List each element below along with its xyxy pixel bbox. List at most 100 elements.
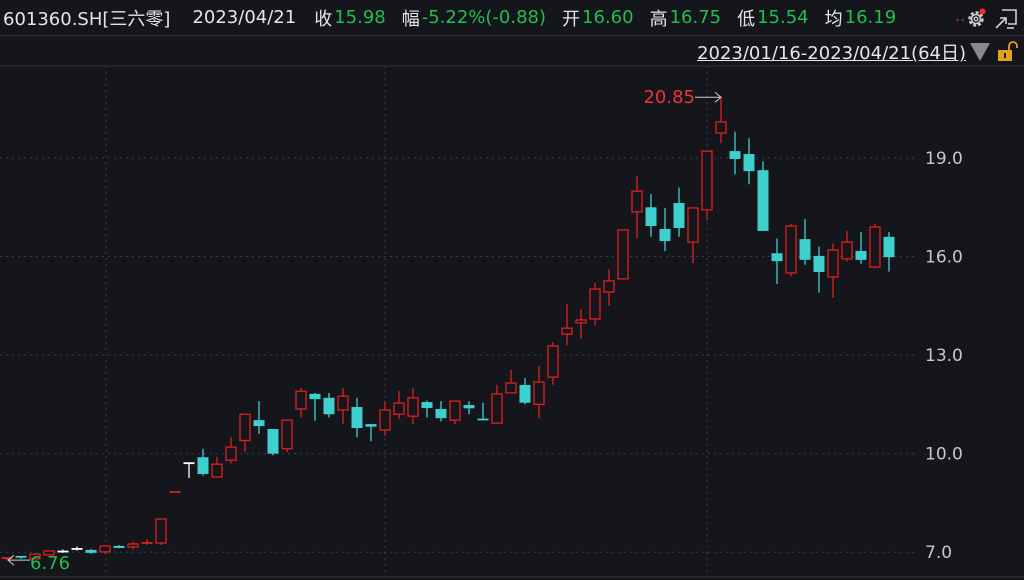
- candle-body: [701, 150, 713, 211]
- candle: [211, 456, 223, 478]
- candle: [435, 401, 447, 422]
- candle-body: [239, 413, 251, 442]
- candle: [155, 518, 167, 545]
- candle-body: [785, 225, 797, 274]
- candle-body: [869, 226, 881, 268]
- candle-body: [379, 409, 391, 431]
- candle: [281, 419, 293, 453]
- candle: [267, 429, 279, 456]
- y-tick-label: 7.0: [925, 543, 952, 563]
- candle: [603, 269, 615, 306]
- candle: [785, 223, 797, 277]
- y-tick-label: 16.0: [925, 248, 963, 268]
- candle-body: [253, 420, 265, 427]
- candle-body: [85, 549, 97, 553]
- candle-body: [659, 228, 671, 242]
- candle: [659, 207, 671, 251]
- candle-body: [561, 327, 573, 335]
- candle-body: [519, 384, 531, 403]
- candle-body: [687, 207, 699, 243]
- candle: [687, 207, 699, 264]
- candle: [225, 437, 237, 464]
- candle-body: [855, 250, 867, 260]
- candle: [141, 539, 153, 545]
- candle-body: [673, 203, 685, 228]
- candle: [379, 401, 391, 436]
- candle: [351, 397, 363, 438]
- candle-body: [603, 280, 615, 293]
- candle: [729, 131, 741, 175]
- candle-body: [365, 424, 377, 427]
- candle: [421, 400, 433, 418]
- candle: [547, 341, 559, 385]
- candle: [477, 402, 489, 421]
- candle-body: [729, 151, 741, 159]
- candle-body: [645, 207, 657, 226]
- candle-body: [617, 229, 629, 280]
- candle: [71, 546, 83, 551]
- candle: [561, 303, 573, 346]
- candle-body: [351, 407, 363, 429]
- candle-body: [449, 400, 461, 421]
- candle: [407, 387, 419, 425]
- candle: [813, 246, 825, 293]
- candle: [519, 378, 531, 405]
- candle: [449, 400, 461, 425]
- candle: [463, 401, 475, 415]
- candle: [505, 369, 517, 394]
- candle-body: [155, 518, 167, 544]
- candle-body: [757, 170, 769, 231]
- candle: [589, 282, 601, 326]
- candle: [197, 448, 209, 476]
- candle: [869, 223, 881, 269]
- candle: [645, 194, 657, 237]
- candle: [631, 176, 643, 239]
- candle: [323, 392, 335, 418]
- candle-body: [197, 457, 209, 475]
- candle-body: [295, 390, 307, 410]
- candle: [491, 384, 503, 424]
- candle: [617, 229, 629, 280]
- candle: [337, 387, 349, 425]
- min-price-label: 6.76: [30, 553, 70, 574]
- candle: [253, 401, 265, 434]
- candle: [127, 541, 139, 550]
- candle: [715, 97, 727, 144]
- candle: [113, 544, 125, 549]
- candle-body: [771, 253, 783, 262]
- candle-body: [225, 446, 237, 461]
- candle-body: [393, 402, 405, 415]
- candle-body: [505, 382, 517, 394]
- candlestick-chart: 19.0 16.0 13.0 10.0 7.0 20.85 6.76: [0, 65, 1024, 578]
- candle-body: [337, 395, 349, 411]
- candle-body: [435, 408, 447, 419]
- candle: [841, 231, 853, 262]
- candle-body: [309, 393, 321, 400]
- candle-body: [715, 121, 727, 134]
- grid-lines: [0, 65, 1024, 578]
- candle-body: [267, 429, 279, 454]
- candles: [1, 97, 895, 561]
- candle: [85, 548, 97, 554]
- candle: [365, 424, 377, 442]
- candle: [295, 387, 307, 418]
- candle: [533, 365, 545, 419]
- candle-body: [127, 543, 139, 548]
- candle-body: [421, 402, 433, 408]
- candle: [827, 243, 839, 298]
- candle-body: [883, 236, 895, 258]
- y-tick-label: 19.0: [925, 149, 963, 169]
- candle: [309, 392, 321, 421]
- candle-body: [99, 545, 111, 553]
- y-tick-label: 10.0: [925, 445, 963, 465]
- candle: [883, 231, 895, 272]
- candle: [701, 150, 713, 221]
- candle-body: [631, 190, 643, 213]
- candle-body: [827, 249, 839, 278]
- candle-body: [407, 397, 419, 417]
- candle-body: [547, 345, 559, 378]
- y-axis-labels: 19.0 16.0 13.0 10.0 7.0: [925, 149, 963, 563]
- candle-body: [533, 381, 545, 406]
- candle: [743, 138, 755, 185]
- candle-body: [211, 463, 223, 478]
